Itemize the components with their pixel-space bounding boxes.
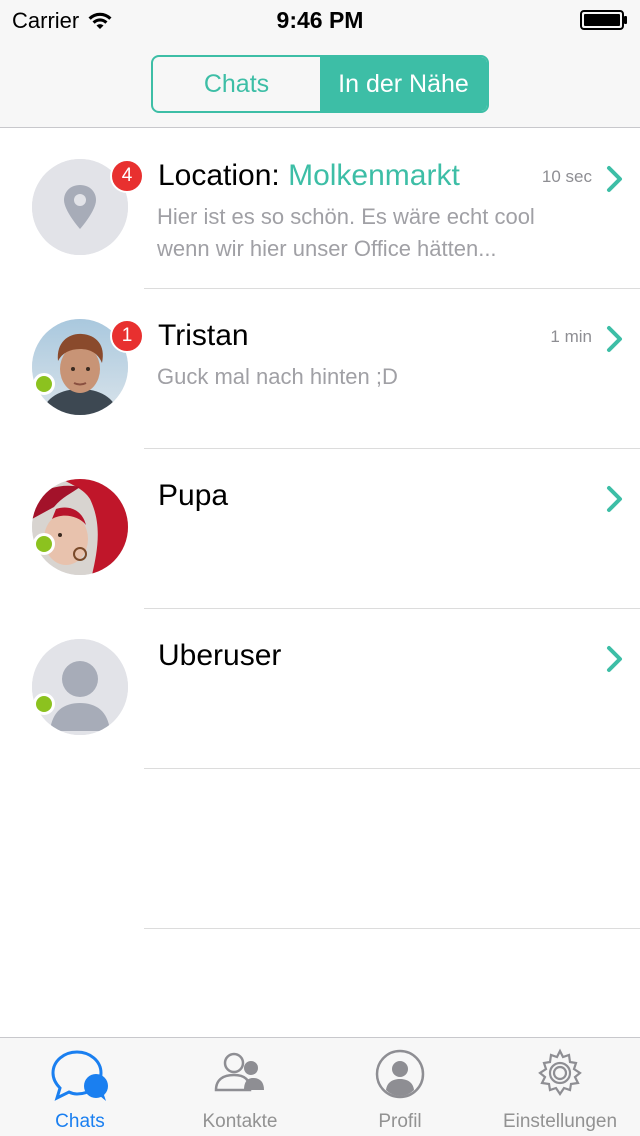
- top-bar: Carrier 9:46 PM Chats In der Nähe: [0, 0, 640, 128]
- chat-title-location: Molkenmarkt: [288, 159, 460, 192]
- chat-row-tristan[interactable]: 1 Tristan 1 min Guck mal nach hinten ;D: [0, 289, 640, 449]
- chat-row-uberuser[interactable]: Uberuser: [0, 609, 640, 769]
- segment-nearby[interactable]: In der Nähe: [320, 57, 487, 111]
- chat-title: Uberuser: [158, 639, 282, 672]
- tab-bar: Chats Kontakte Profil Einstellungen: [0, 1037, 640, 1136]
- battery-icon: [580, 10, 628, 36]
- tab-label: Profil: [378, 1111, 422, 1132]
- tab-profile[interactable]: Profil: [320, 1038, 480, 1136]
- chevron-right-icon: [607, 646, 622, 672]
- app-screen: Carrier 9:46 PM Chats In der Nähe 4 Loca…: [0, 0, 640, 1136]
- tab-label: Einstellungen: [502, 1111, 618, 1132]
- clock: 9:46 PM: [276, 7, 364, 33]
- tab-chats[interactable]: Chats: [0, 1038, 160, 1136]
- chat-row-location[interactable]: 4 Location: Molkenmarkt 10 sec Hier ist …: [0, 129, 640, 289]
- unread-badge: 1: [110, 319, 144, 353]
- status-bar: Carrier 9:46 PM: [0, 0, 640, 40]
- gear-icon: [538, 1048, 582, 1096]
- row-divider: [144, 928, 640, 929]
- avatar: [32, 479, 128, 575]
- chevron-right-icon: [607, 486, 622, 512]
- chat-title: Tristan: [158, 319, 249, 352]
- chat-time: 10 sec: [541, 167, 592, 186]
- chat-time: 1 min: [550, 327, 592, 346]
- chat-bubbles-icon: [51, 1050, 108, 1101]
- chat-preview: Hier ist es so schön. Es wäre echt cool …: [157, 204, 535, 261]
- chat-list: 4 Location: Molkenmarkt 10 sec Hier ist …: [0, 129, 640, 929]
- tab-contacts[interactable]: Kontakte: [160, 1038, 320, 1136]
- empty-row: [0, 769, 640, 929]
- chat-title: Location: Molkenmarkt: [158, 159, 460, 193]
- tab-label: Kontakte: [202, 1111, 278, 1132]
- avatar: [32, 639, 128, 735]
- contacts-icon: [214, 1052, 264, 1092]
- online-indicator: [33, 373, 55, 395]
- default-person-icon: [32, 639, 128, 735]
- chat-row-pupa[interactable]: Pupa: [0, 449, 640, 609]
- profile-icon: [375, 1049, 425, 1099]
- online-indicator: [33, 693, 55, 715]
- chat-title-prefix: Location:: [158, 159, 289, 192]
- unread-badge: 4: [110, 159, 144, 193]
- tab-label: Chats: [55, 1111, 105, 1132]
- segment-chats[interactable]: Chats: [153, 57, 320, 111]
- chat-title: Pupa: [158, 479, 229, 512]
- tab-settings[interactable]: Einstellungen: [480, 1038, 640, 1136]
- user-photo: [32, 479, 128, 575]
- chevron-right-icon: [607, 326, 622, 352]
- chevron-right-icon: [607, 166, 622, 192]
- online-indicator: [33, 533, 55, 555]
- chat-preview: Guck mal nach hinten ;D: [157, 364, 398, 389]
- segmented-control: Chats In der Nähe: [151, 55, 489, 113]
